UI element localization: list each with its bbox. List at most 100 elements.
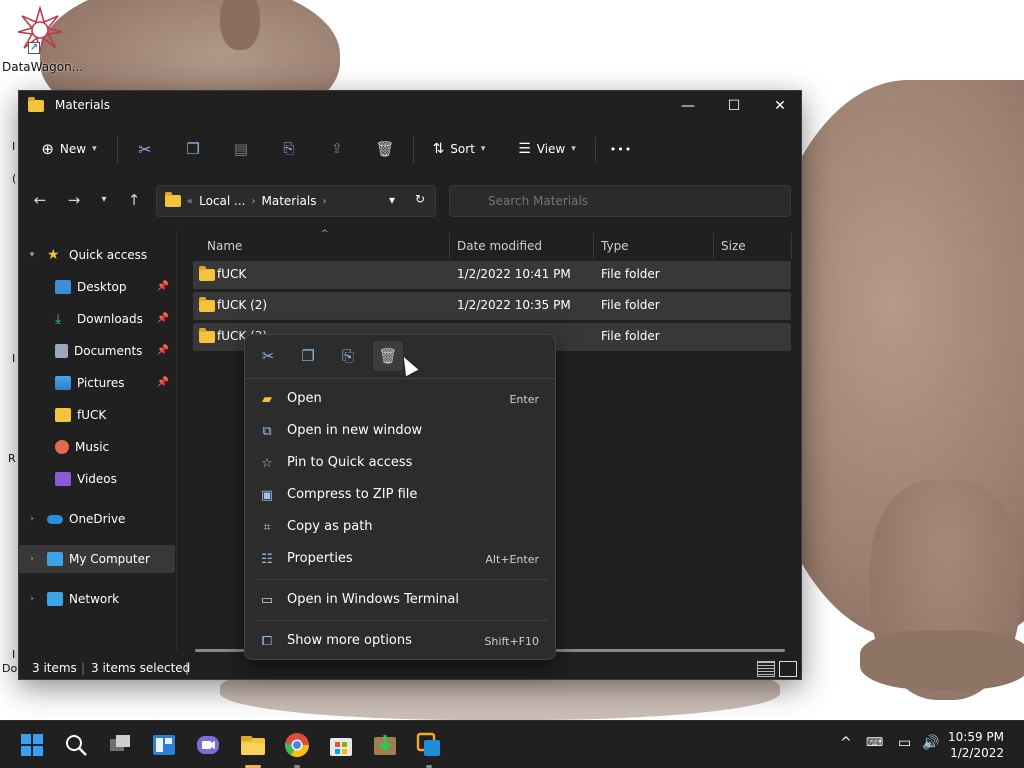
ctx-divider bbox=[255, 620, 547, 621]
ctx-copy-icon[interactable]: ❐ bbox=[293, 341, 323, 371]
column-header-name[interactable]: Name bbox=[201, 233, 242, 259]
column-header-type[interactable]: Type bbox=[595, 233, 629, 259]
pin-icon[interactable]: 📌 bbox=[157, 345, 169, 356]
keyboard-icon[interactable]: ⌨ bbox=[866, 735, 883, 749]
volume-icon[interactable]: 🔊 bbox=[922, 735, 939, 751]
ctx-open-terminal[interactable]: ▭ Open in Windows Terminal bbox=[249, 586, 551, 616]
copy-icon: ❐ bbox=[186, 140, 200, 158]
nav-label: Downloads bbox=[77, 312, 143, 326]
recent-locations-icon[interactable]: ▾ bbox=[91, 187, 117, 213]
ctx-copy-as-path[interactable]: ⌗ Copy as path bbox=[249, 513, 551, 543]
ctx-delete-icon[interactable]: 🗑 bbox=[373, 341, 403, 371]
delete-button[interactable]: 🗑 bbox=[369, 133, 401, 165]
ctx-compress-zip[interactable]: ▣ Compress to ZIP file bbox=[249, 481, 551, 511]
nav-quick-access[interactable]: ▾ ★ Quick access bbox=[19, 241, 175, 269]
minimize-button[interactable]: — bbox=[665, 91, 711, 121]
file-date: 1/2/2022 10:35 PM bbox=[457, 298, 571, 312]
address-bar[interactable]: « Local ... › Materials › ▾ ↻ bbox=[156, 185, 436, 217]
view-button[interactable]: ☰ View ▾ bbox=[509, 133, 585, 165]
tiles-view-icon[interactable] bbox=[779, 661, 797, 677]
start-windows-icon[interactable] bbox=[16, 729, 48, 761]
search-input[interactable] bbox=[449, 185, 791, 217]
nav-label: Music bbox=[75, 440, 110, 454]
ctx-open-new-window[interactable]: ⧉ Open in new window bbox=[249, 417, 551, 447]
widgets-icon[interactable] bbox=[148, 729, 180, 761]
back-arrow-icon[interactable]: ← bbox=[27, 187, 53, 213]
clock-date: 1/2/2022 bbox=[950, 746, 1004, 760]
ctx-properties[interactable]: ☷ Properties Alt+Enter bbox=[249, 545, 551, 575]
column-divider[interactable] bbox=[791, 233, 792, 259]
cut-button[interactable]: ✂ bbox=[129, 133, 161, 165]
forward-arrow-icon[interactable]: → bbox=[61, 187, 87, 213]
pin-icon[interactable]: 📌 bbox=[157, 377, 169, 388]
maximize-button[interactable]: ☐ bbox=[711, 91, 757, 121]
pin-icon[interactable]: 📌 bbox=[157, 281, 169, 292]
copy-button[interactable]: ❐ bbox=[177, 133, 209, 165]
nav-network[interactable]: › Network bbox=[19, 585, 175, 613]
chevron-down-icon: ▾ bbox=[92, 144, 97, 154]
desktop-partial-label: I bbox=[12, 648, 16, 661]
column-header-date[interactable]: Date modified bbox=[451, 233, 542, 259]
nav-videos[interactable]: Videos bbox=[19, 465, 175, 493]
more-options-button[interactable]: ••• bbox=[605, 133, 637, 165]
nav-pictures[interactable]: Pictures 📌 bbox=[19, 369, 175, 397]
paste-button[interactable]: ▤ bbox=[225, 133, 257, 165]
show-hidden-icons-chevron[interactable]: ^ bbox=[840, 735, 852, 751]
nav-label: fUCK bbox=[77, 408, 107, 422]
up-arrow-icon[interactable]: ↑ bbox=[121, 187, 147, 213]
column-divider[interactable] bbox=[593, 233, 594, 259]
breadcrumb-chevron-icon[interactable]: › bbox=[251, 196, 255, 207]
chevron-down-icon[interactable]: ▾ bbox=[25, 250, 39, 260]
ctx-rename-icon[interactable]: ⎘ bbox=[333, 341, 363, 371]
rename-button[interactable]: ⎘ bbox=[273, 133, 305, 165]
nav-onedrive[interactable]: › OneDrive bbox=[19, 505, 175, 533]
task-view-icon[interactable] bbox=[104, 729, 136, 761]
file-explorer-icon[interactable] bbox=[237, 729, 269, 761]
properties-icon: ☷ bbox=[261, 552, 273, 567]
nav-my-computer[interactable]: › My Computer bbox=[19, 545, 175, 573]
title-bar[interactable]: Materials — ☐ ✕ bbox=[19, 91, 801, 121]
nav-music[interactable]: Music bbox=[19, 433, 175, 461]
wallpaper-animal-foot bbox=[860, 630, 1024, 690]
network-icon bbox=[47, 592, 63, 606]
network-status-icon[interactable]: ▭ bbox=[898, 735, 911, 751]
pin-icon[interactable]: 📌 bbox=[157, 313, 169, 324]
remote-desktop-icon[interactable] bbox=[413, 729, 445, 761]
chrome-icon[interactable] bbox=[281, 729, 313, 761]
address-dropdown-icon[interactable]: ▾ bbox=[389, 193, 395, 207]
table-row[interactable]: fUCK 1/2/2022 10:41 PM File folder bbox=[193, 261, 791, 289]
ctx-open[interactable]: ▰ Open Enter bbox=[249, 385, 551, 415]
ctx-show-more-options[interactable]: ⧠ Show more options Shift+F10 bbox=[249, 627, 551, 657]
close-button[interactable]: ✕ bbox=[757, 91, 803, 121]
nav-desktop[interactable]: Desktop 📌 bbox=[19, 273, 175, 301]
chevron-right-icon[interactable]: › bbox=[25, 594, 39, 604]
column-header-size[interactable]: Size bbox=[715, 233, 746, 259]
breadcrumb-overflow[interactable]: « bbox=[187, 196, 193, 207]
folder-open-icon: ▰ bbox=[262, 392, 272, 407]
sort-button[interactable]: ⇅ Sort ▾ bbox=[423, 133, 495, 165]
column-divider[interactable] bbox=[449, 233, 450, 259]
refresh-icon[interactable]: ↻ bbox=[415, 192, 425, 206]
column-divider[interactable] bbox=[713, 233, 714, 259]
breadcrumb-chevron-icon[interactable]: › bbox=[323, 196, 327, 207]
breadcrumb-materials[interactable]: Materials bbox=[261, 194, 316, 208]
ctx-pin-quick-access[interactable]: ☆ Pin to Quick access bbox=[249, 449, 551, 479]
desktop-icon-label: DataWagon... bbox=[2, 60, 84, 74]
breadcrumb-local[interactable]: Local ... bbox=[199, 194, 245, 208]
teams-chat-icon[interactable] bbox=[192, 729, 224, 761]
table-row[interactable]: fUCK (2) 1/2/2022 10:35 PM File folder bbox=[193, 292, 791, 320]
ctx-cut-icon[interactable]: ✂ bbox=[253, 341, 283, 371]
download-manager-icon[interactable] bbox=[369, 729, 401, 761]
nav-fuck-folder[interactable]: fUCK bbox=[19, 401, 175, 429]
new-button[interactable]: ⊕ New ▾ bbox=[33, 133, 105, 165]
search-icon[interactable] bbox=[60, 729, 92, 761]
chevron-right-icon[interactable]: › bbox=[25, 514, 39, 524]
chevron-right-icon[interactable]: › bbox=[25, 554, 39, 564]
share-button[interactable]: ⇪ bbox=[321, 133, 353, 165]
nav-documents[interactable]: Documents 📌 bbox=[19, 337, 175, 365]
system-clock[interactable]: 10:59 PM 1/2/2022 bbox=[948, 729, 1004, 761]
details-view-icon[interactable] bbox=[757, 661, 775, 677]
microsoft-store-icon[interactable] bbox=[325, 729, 357, 761]
nav-downloads[interactable]: ⤓ Downloads 📌 bbox=[19, 305, 175, 333]
desktop-icon-datawagon[interactable]: ↗ DataWagon... bbox=[2, 5, 84, 74]
